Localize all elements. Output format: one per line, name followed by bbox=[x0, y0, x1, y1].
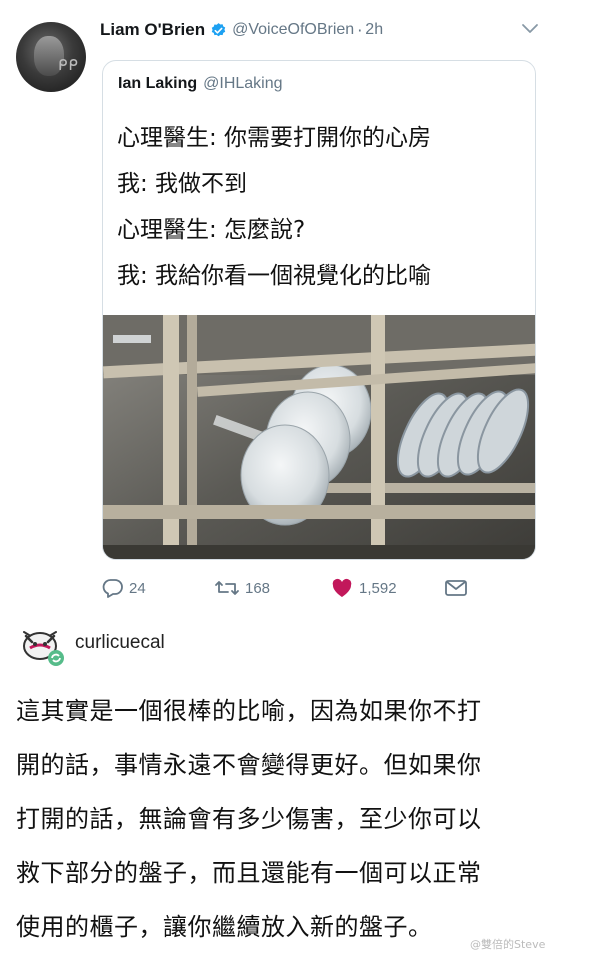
author-avatar[interactable]: ᑭᑭ bbox=[16, 22, 86, 92]
envelope-icon bbox=[445, 580, 467, 596]
quoted-line: 心理醫生: 你需要打開你的心房 bbox=[117, 125, 432, 151]
quoted-tweet-text: 心理醫生: 你需要打開你的心房 我: 我做不到 心理醫生: 怎麼說? 我: 我給… bbox=[117, 115, 527, 299]
post-line: 救下部分的盤子，而且還能有一個可以正常 bbox=[16, 859, 482, 887]
quoted-author-handle: @IHLaking bbox=[203, 75, 283, 92]
tweet-actions: 24 168 1,592 bbox=[102, 574, 542, 602]
share-button[interactable] bbox=[444, 574, 473, 602]
quoted-tweet[interactable]: Ian Laking @IHLaking 心理醫生: 你需要打開你的心房 我: … bbox=[102, 60, 536, 560]
quoted-tweet-header: Ian Laking @IHLaking bbox=[118, 75, 283, 93]
cartoon-mascot-avatar-icon[interactable] bbox=[18, 622, 68, 668]
tweet-header: Liam O'Brien @VoiceOfOBrien · 2h bbox=[100, 18, 383, 42]
quoted-line: 心理醫生: 怎麼說? bbox=[117, 217, 306, 243]
quoted-line: 我: 我給你看一個視覺化的比喻 bbox=[117, 263, 432, 289]
author-handle[interactable]: @VoiceOfOBrien bbox=[232, 21, 354, 39]
quoted-line: 我: 我做不到 bbox=[117, 171, 248, 197]
retweet-icon bbox=[215, 581, 239, 595]
verified-badge-icon bbox=[211, 22, 226, 36]
reply-icon bbox=[102, 579, 123, 598]
tweet-card: ᑭᑭ Liam O'Brien @VoiceOfOBrien · 2h Ian … bbox=[0, 0, 592, 612]
tumblr-post: curlicuecal 這其實是一個很棒的比喻，因為如果你不打 開的話，事情永遠… bbox=[0, 612, 592, 960]
retweet-count: 168 bbox=[245, 579, 271, 597]
chevron-down-icon[interactable] bbox=[521, 22, 539, 36]
reply-button[interactable]: 24 bbox=[102, 574, 146, 602]
post-line: 這其實是一個很棒的比喻，因為如果你不打 bbox=[16, 697, 482, 725]
reply-count: 24 bbox=[129, 579, 146, 597]
quoted-author-name: Ian Laking bbox=[118, 75, 198, 92]
cupboard-plates-photo[interactable] bbox=[103, 315, 536, 560]
like-button[interactable]: 1,592 bbox=[330, 574, 397, 602]
like-count: 1,592 bbox=[359, 579, 397, 597]
author-name[interactable]: Liam O'Brien bbox=[100, 20, 205, 40]
tumblr-username[interactable]: curlicuecal bbox=[75, 632, 165, 654]
heart-icon bbox=[332, 578, 352, 597]
tumblr-post-body: 這其實是一個很棒的比喻，因為如果你不打 開的話，事情永遠不會變得更好。但如果你 … bbox=[16, 684, 582, 954]
header-separator: · bbox=[357, 20, 363, 40]
post-line: 打開的話，無論會有多少傷害，至少你可以 bbox=[16, 805, 482, 833]
avatar-logo-text: ᑭᑭ bbox=[58, 56, 79, 74]
post-line: 開的話，事情永遠不會變得更好。但如果你 bbox=[16, 751, 482, 779]
retweet-button[interactable]: 168 bbox=[214, 574, 270, 602]
tweet-timestamp[interactable]: 2h bbox=[365, 21, 383, 39]
weibo-watermark: @雙倍的Steve bbox=[470, 938, 546, 951]
